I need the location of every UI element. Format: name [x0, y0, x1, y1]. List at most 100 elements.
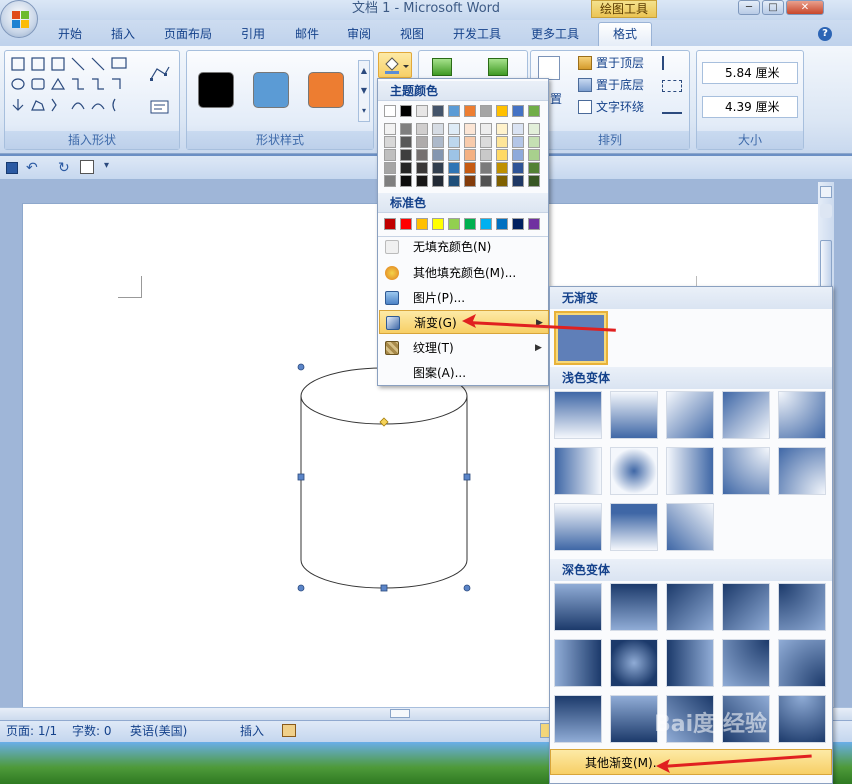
theme-shade-swatch[interactable] — [384, 175, 396, 187]
theme-shade-swatch[interactable] — [512, 149, 524, 161]
light-gradient-tile[interactable] — [610, 447, 658, 495]
text-wrap-button[interactable]: 文字环绕 — [596, 98, 644, 116]
tab-developer[interactable]: 开发工具 — [446, 24, 508, 44]
undo-icon[interactable]: ↶ — [26, 160, 38, 176]
theme-shade-swatch[interactable] — [480, 175, 492, 187]
dark-gradient-tile[interactable] — [666, 639, 714, 687]
tab-view[interactable]: 视图 — [392, 24, 432, 44]
theme-shade-swatch[interactable] — [384, 123, 396, 135]
tab-page-layout[interactable]: 页面布局 — [160, 24, 216, 44]
theme-shade-swatch[interactable] — [400, 136, 412, 148]
standard-color-swatch[interactable] — [400, 218, 412, 230]
no-gradient-swatch[interactable] — [554, 311, 608, 365]
group-icon[interactable] — [662, 80, 682, 92]
theme-shade-swatch[interactable] — [512, 136, 524, 148]
theme-shade-swatch[interactable] — [496, 162, 508, 174]
light-gradient-tile[interactable] — [778, 391, 826, 439]
theme-shade-swatch[interactable] — [496, 175, 508, 187]
theme-shade-swatch[interactable] — [496, 123, 508, 135]
dark-gradient-tile[interactable] — [778, 639, 826, 687]
theme-shade-swatch[interactable] — [400, 149, 412, 161]
dark-gradient-tile[interactable] — [610, 639, 658, 687]
theme-shade-swatch[interactable] — [448, 162, 460, 174]
standard-color-swatch[interactable] — [512, 218, 524, 230]
theme-shade-swatch[interactable] — [400, 175, 412, 187]
picture-fill-item[interactable]: 图片(P)... — [379, 286, 549, 310]
theme-color-swatch[interactable] — [464, 105, 476, 117]
standard-color-swatch[interactable] — [432, 218, 444, 230]
standard-color-swatch[interactable] — [464, 218, 476, 230]
texture-fill-item[interactable]: 纹理(T) ▶ — [379, 336, 549, 360]
theme-color-swatch[interactable] — [432, 105, 444, 117]
no-fill-item[interactable]: 无填充颜色(N) — [379, 235, 549, 259]
tab-insert[interactable]: 插入 — [103, 24, 143, 44]
status-mode[interactable]: 插入 — [240, 723, 264, 739]
light-gradient-tile[interactable] — [722, 447, 770, 495]
status-language[interactable]: 英语(美国) — [130, 723, 187, 739]
light-gradient-tile[interactable] — [722, 391, 770, 439]
dark-gradient-tile[interactable] — [778, 695, 826, 743]
standard-color-swatch[interactable] — [416, 218, 428, 230]
theme-shade-swatch[interactable] — [448, 149, 460, 161]
theme-shade-swatch[interactable] — [416, 162, 428, 174]
theme-shade-swatch[interactable] — [416, 149, 428, 161]
tab-format[interactable]: 格式 — [598, 22, 652, 47]
standard-color-swatch[interactable] — [384, 218, 396, 230]
position-label[interactable]: 置 — [550, 90, 562, 108]
theme-shade-swatch[interactable] — [448, 175, 460, 187]
dark-gradient-tile[interactable] — [666, 583, 714, 631]
more-fill-colors-item[interactable]: 其他填充颜色(M)... — [379, 261, 549, 285]
ruler-toggle-icon[interactable] — [820, 186, 832, 198]
theme-shade-swatch[interactable] — [464, 162, 476, 174]
h-scroll-thumb[interactable] — [390, 709, 410, 718]
dark-gradient-tile[interactable] — [778, 583, 826, 631]
send-back-button[interactable]: 置于底层 — [596, 76, 644, 94]
height-input[interactable]: 5.84 厘米 — [702, 62, 798, 84]
status-page[interactable]: 页面: 1/1 — [6, 723, 57, 739]
dark-gradient-tile[interactable] — [722, 583, 770, 631]
theme-color-swatch[interactable] — [528, 105, 540, 117]
standard-color-swatch[interactable] — [480, 218, 492, 230]
theme-shade-swatch[interactable] — [432, 162, 444, 174]
light-gradient-tile[interactable] — [666, 503, 714, 551]
style-swatch-black[interactable] — [198, 72, 234, 108]
dark-gradient-tile[interactable] — [554, 583, 602, 631]
shape-fill-button[interactable] — [378, 52, 412, 78]
theme-shade-swatch[interactable] — [448, 136, 460, 148]
theme-shade-swatch[interactable] — [464, 123, 476, 135]
3d-effect-icon[interactable] — [488, 58, 508, 76]
dark-gradient-tile[interactable] — [722, 639, 770, 687]
light-gradient-tile[interactable] — [778, 447, 826, 495]
theme-shade-swatch[interactable] — [528, 162, 540, 174]
theme-shade-swatch[interactable] — [416, 123, 428, 135]
style-swatch-blue[interactable] — [253, 72, 289, 108]
light-gradient-tile[interactable] — [554, 503, 602, 551]
standard-color-swatch[interactable] — [528, 218, 540, 230]
theme-color-swatch[interactable] — [416, 105, 428, 117]
light-gradient-tile[interactable] — [554, 447, 602, 495]
theme-shade-swatch[interactable] — [416, 136, 428, 148]
minimize-button[interactable]: ─ — [738, 0, 760, 15]
theme-shade-swatch[interactable] — [400, 162, 412, 174]
theme-shade-swatch[interactable] — [448, 123, 460, 135]
light-gradient-tile[interactable] — [610, 391, 658, 439]
edit-shape-icon[interactable] — [149, 65, 171, 83]
theme-shade-swatch[interactable] — [432, 136, 444, 148]
align-icon[interactable] — [662, 56, 682, 70]
theme-shade-swatch[interactable] — [512, 162, 524, 174]
dark-gradient-tile[interactable] — [554, 695, 602, 743]
macro-record-icon[interactable] — [282, 724, 296, 737]
theme-shade-swatch[interactable] — [384, 149, 396, 161]
theme-shade-swatch[interactable] — [528, 149, 540, 161]
pattern-fill-item[interactable]: 图案(A)... — [379, 361, 549, 385]
close-button[interactable]: ✕ — [786, 0, 824, 15]
text-box-icon[interactable] — [149, 99, 171, 115]
shadow-effect-icon[interactable] — [432, 58, 452, 76]
print-preview-icon[interactable] — [80, 160, 94, 174]
dark-gradient-tile[interactable] — [554, 639, 602, 687]
width-input[interactable]: 4.39 厘米 — [702, 96, 798, 118]
theme-shade-swatch[interactable] — [400, 123, 412, 135]
theme-color-swatch[interactable] — [496, 105, 508, 117]
maximize-button[interactable]: □ — [762, 0, 784, 15]
style-swatch-orange[interactable] — [308, 72, 344, 108]
